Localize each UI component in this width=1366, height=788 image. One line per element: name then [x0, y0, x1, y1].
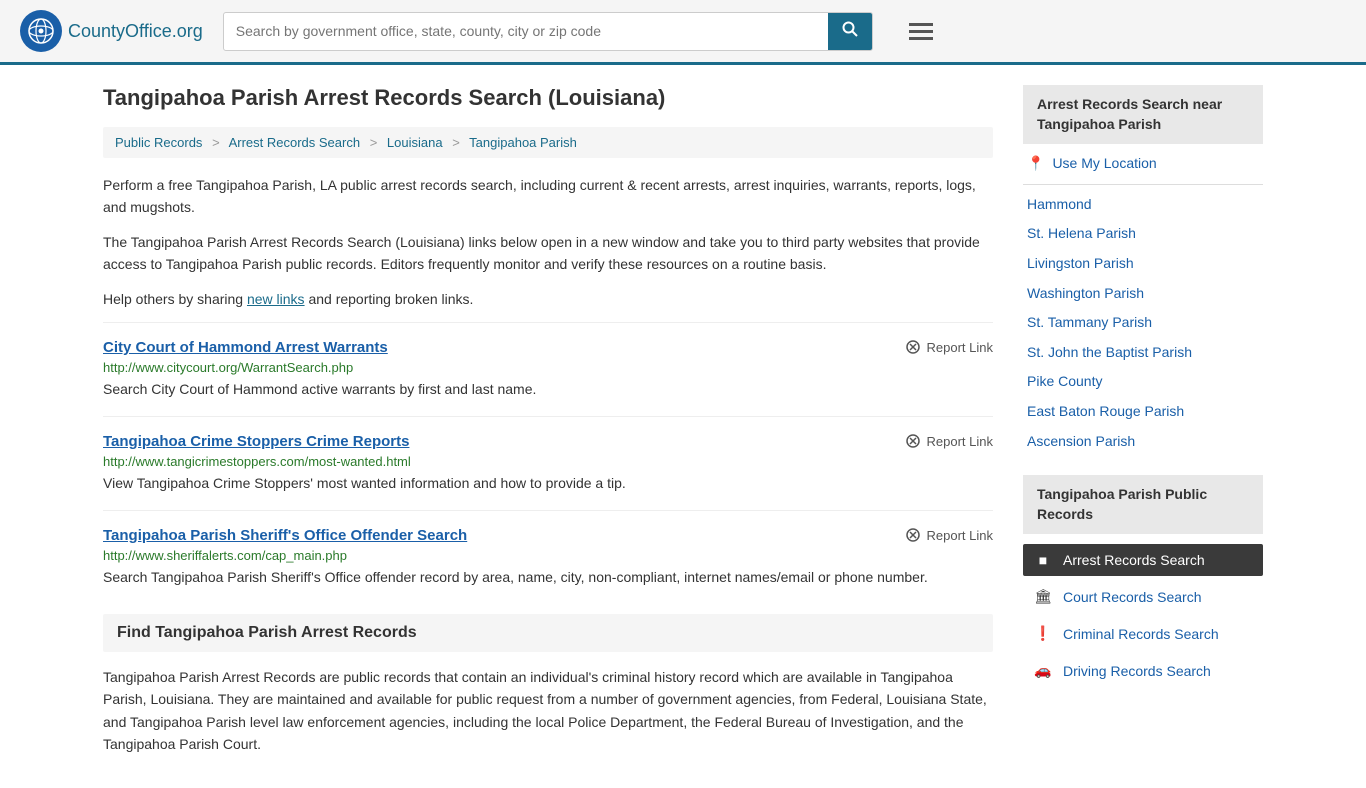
driving-records-icon: 🚗 [1033, 662, 1053, 679]
pr-criminal-records[interactable]: ❗ Criminal Records Search [1023, 617, 1263, 650]
use-my-location-item[interactable]: 📍 Use My Location [1023, 154, 1263, 174]
nearby-link-st-john[interactable]: St. John the Baptist Parish [1027, 343, 1192, 363]
logo-text: CountyOffice.org [68, 21, 203, 42]
search-bar [223, 12, 873, 51]
sidebar-nearby: Arrest Records Search near Tangipahoa Pa… [1023, 85, 1263, 451]
nearby-link-hammond[interactable]: Hammond [1027, 195, 1092, 215]
search-button[interactable] [828, 13, 872, 50]
logo-icon [20, 10, 62, 52]
divider [1023, 184, 1263, 185]
menu-button[interactable] [903, 13, 939, 50]
pr-court-link[interactable]: Court Records Search [1063, 589, 1202, 605]
intro-para-3: Help others by sharing new links and rep… [103, 288, 993, 310]
public-records-title: Tangipahoa Parish Public Records [1023, 475, 1263, 534]
pr-driving-records[interactable]: 🚗 Driving Records Search [1023, 654, 1263, 687]
report-icon [905, 433, 921, 449]
result-title-1[interactable]: City Court of Hammond Arrest Warrants [103, 339, 388, 356]
result-url-1[interactable]: http://www.citycourt.org/WarrantSearch.p… [103, 360, 993, 375]
result-item: Tangipahoa Parish Sheriff's Office Offen… [103, 510, 993, 604]
sidebar: Arrest Records Search near Tangipahoa Pa… [1023, 85, 1263, 768]
breadcrumb: Public Records > Arrest Records Search >… [103, 127, 993, 158]
result-item: Tangipahoa Crime Stoppers Crime Reports … [103, 416, 993, 510]
nearby-st-tammany[interactable]: St. Tammany Parish [1023, 313, 1263, 333]
breadcrumb-louisiana[interactable]: Louisiana [387, 135, 443, 150]
breadcrumb-arrest-records[interactable]: Arrest Records Search [229, 135, 361, 150]
page-title: Tangipahoa Parish Arrest Records Search … [103, 85, 993, 111]
breadcrumb-tangipahoa[interactable]: Tangipahoa Parish [469, 135, 577, 150]
new-links-link[interactable]: new links [247, 291, 305, 307]
nearby-st-john[interactable]: St. John the Baptist Parish [1023, 343, 1263, 363]
nearby-east-baton-rouge[interactable]: East Baton Rouge Parish [1023, 402, 1263, 422]
nearby-link-st-helena[interactable]: St. Helena Parish [1027, 224, 1136, 244]
find-section-body: Tangipahoa Parish Arrest Records are pub… [103, 666, 993, 756]
result-title-3[interactable]: Tangipahoa Parish Sheriff's Office Offen… [103, 527, 467, 544]
find-section: Find Tangipahoa Parish Arrest Records Ta… [103, 614, 993, 756]
main-layout: Tangipahoa Parish Arrest Records Search … [83, 65, 1283, 788]
location-icon: 📍 [1027, 155, 1044, 172]
header: CountyOffice.org [0, 0, 1366, 65]
result-desc-2: View Tangipahoa Crime Stoppers' most wan… [103, 473, 993, 494]
sidebar-nearby-title: Arrest Records Search near Tangipahoa Pa… [1023, 85, 1263, 144]
criminal-records-icon: ❗ [1033, 625, 1053, 642]
hamburger-icon [909, 30, 933, 33]
intro-para-2: The Tangipahoa Parish Arrest Records Sea… [103, 231, 993, 276]
result-url-3[interactable]: http://www.sheriffalerts.com/cap_main.ph… [103, 548, 993, 563]
hamburger-icon [909, 37, 933, 40]
nearby-link-ascension[interactable]: Ascension Parish [1027, 432, 1135, 452]
pr-arrest-link[interactable]: Arrest Records Search [1063, 552, 1205, 568]
nearby-st-helena[interactable]: St. Helena Parish [1023, 224, 1263, 244]
result-title-2[interactable]: Tangipahoa Crime Stoppers Crime Reports [103, 433, 409, 450]
nearby-washington[interactable]: Washington Parish [1023, 284, 1263, 304]
nearby-link-livingston[interactable]: Livingston Parish [1027, 254, 1134, 274]
nearby-link-east-baton-rouge[interactable]: East Baton Rouge Parish [1027, 402, 1184, 422]
result-url-2[interactable]: http://www.tangicrimestoppers.com/most-w… [103, 454, 993, 469]
nearby-ascension[interactable]: Ascension Parish [1023, 432, 1263, 452]
court-records-icon: 🏛 [1033, 588, 1053, 605]
sidebar-public-records: Tangipahoa Parish Public Records ■ Arres… [1023, 475, 1263, 687]
pr-criminal-link[interactable]: Criminal Records Search [1063, 626, 1219, 642]
result-item: City Court of Hammond Arrest Warrants Re… [103, 322, 993, 416]
nearby-link-pike[interactable]: Pike County [1027, 372, 1102, 392]
nearby-link-washington[interactable]: Washington Parish [1027, 284, 1144, 304]
report-icon [905, 339, 921, 355]
pr-court-records[interactable]: 🏛 Court Records Search [1023, 580, 1263, 613]
arrest-records-icon: ■ [1033, 552, 1053, 568]
nearby-livingston[interactable]: Livingston Parish [1023, 254, 1263, 274]
report-link-btn-3[interactable]: Report Link [905, 527, 993, 543]
logo[interactable]: CountyOffice.org [20, 10, 203, 52]
use-my-location-link[interactable]: Use My Location [1052, 154, 1156, 174]
nearby-link-st-tammany[interactable]: St. Tammany Parish [1027, 313, 1152, 333]
find-section-header: Find Tangipahoa Parish Arrest Records [103, 614, 993, 652]
report-icon [905, 527, 921, 543]
hamburger-icon [909, 23, 933, 26]
search-input[interactable] [224, 15, 828, 47]
result-desc-1: Search City Court of Hammond active warr… [103, 379, 993, 400]
nearby-pike[interactable]: Pike County [1023, 372, 1263, 392]
content-area: Tangipahoa Parish Arrest Records Search … [103, 85, 993, 768]
pr-arrest-records[interactable]: ■ Arrest Records Search [1023, 544, 1263, 576]
nearby-hammond[interactable]: Hammond [1023, 195, 1263, 215]
intro-para-1: Perform a free Tangipahoa Parish, LA pub… [103, 174, 993, 219]
result-desc-3: Search Tangipahoa Parish Sheriff's Offic… [103, 567, 993, 588]
pr-driving-link[interactable]: Driving Records Search [1063, 663, 1211, 679]
report-link-btn-1[interactable]: Report Link [905, 339, 993, 355]
report-link-btn-2[interactable]: Report Link [905, 433, 993, 449]
breadcrumb-public-records[interactable]: Public Records [115, 135, 202, 150]
